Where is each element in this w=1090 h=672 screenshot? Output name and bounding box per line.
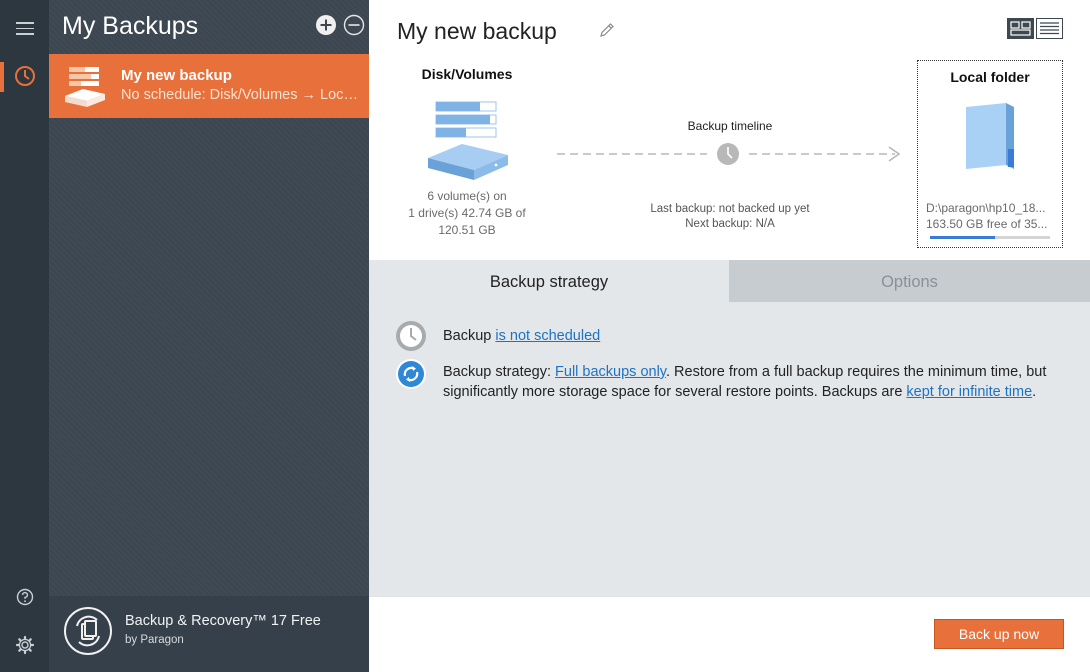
edit-name-icon[interactable]: [599, 22, 615, 42]
list-view-icon[interactable]: [1036, 18, 1063, 43]
product-vendor: by Paragon: [125, 634, 184, 646]
source-size: 120.51 GB: [438, 223, 496, 237]
backup-item-summary: No schedule: Disk/Volumes → Local folder: [121, 87, 361, 103]
last-backup-text: Last backup: not backed up yet: [650, 203, 810, 215]
help-icon[interactable]: [16, 588, 34, 610]
local-folder-icon: [964, 103, 1016, 175]
backups-panel: My Backups My new backup No schedule: Di…: [49, 0, 369, 672]
add-backup-button[interactable]: [315, 14, 337, 40]
storage-usage-fill: [930, 236, 995, 239]
timeline-arrow: [557, 143, 901, 165]
schedule-link[interactable]: is not scheduled: [495, 328, 600, 344]
strategy-recycle-icon: [396, 359, 426, 389]
next-backup-text: Next backup: N/A: [685, 218, 775, 230]
backup-timeline: Backup timeline Last backup: not backed …: [555, 118, 905, 238]
schedule-prefix: Backup: [443, 328, 496, 344]
panel-title: My Backups: [62, 12, 199, 40]
destination-title: Local folder: [950, 69, 1030, 85]
tab-options[interactable]: Options: [729, 260, 1090, 302]
hamburger-menu-icon[interactable]: [16, 22, 34, 35]
full-backups-link[interactable]: Full backups only: [555, 364, 666, 380]
product-name: Backup & Recovery™ 17 Free: [125, 613, 321, 629]
destination-card[interactable]: Local folder D:\paragon\hp10_18... 163.5…: [917, 60, 1063, 248]
source-title: Disk/Volumes: [421, 66, 513, 82]
timeline-title: Backup timeline: [687, 119, 773, 133]
action-footer: Back up now: [369, 596, 1090, 672]
paragon-logo-icon: [63, 606, 113, 660]
tile-view-icon[interactable]: [1007, 18, 1034, 43]
schedule-row: Backup is not scheduled: [395, 320, 600, 356]
backup-item-name: My new backup: [121, 67, 232, 84]
backup-list-item[interactable]: My new backup No schedule: Disk/Volumes …: [49, 54, 369, 118]
destination-free-space: 163.50 GB free of 35...: [926, 217, 1048, 231]
backup-disk-icon: [63, 64, 107, 112]
strategy-section: Backup strategy Options Backup is not sc…: [369, 260, 1090, 596]
navigation-rail: [0, 0, 49, 672]
timeline-clock-icon: [717, 143, 739, 165]
retention-link[interactable]: kept for infinite time: [906, 384, 1032, 400]
backups-clock-icon[interactable]: [14, 65, 36, 91]
remove-backup-button[interactable]: [343, 14, 365, 40]
schedule-clock-icon: [396, 321, 426, 351]
backup-title: My new backup: [397, 18, 557, 44]
strategy-prefix: Backup strategy:: [443, 364, 556, 380]
strategy-suffix: .: [1032, 384, 1037, 400]
back-up-now-button[interactable]: Back up now: [934, 619, 1064, 649]
product-branding: Backup & Recovery™ 17 Free by Paragon: [49, 596, 369, 672]
source-card[interactable]: Disk/Volumes 6 volume(s) on 1 drive(s) 4…: [389, 66, 545, 239]
source-volumes: 6 volume(s) on: [427, 189, 507, 203]
strategy-row: Backup strategy: Full backups only. Rest…: [395, 358, 1046, 400]
active-indicator: [0, 62, 4, 92]
backup-detail: My new backup Disk/Volumes 6 volume(s) o…: [369, 0, 1090, 672]
tab-backup-strategy[interactable]: Backup strategy: [369, 260, 729, 302]
source-drives: 1 drive(s) 42.74 GB of: [408, 206, 526, 220]
disk-volumes-icon: [422, 100, 512, 180]
settings-gear-icon[interactable]: [15, 635, 35, 659]
destination-path: D:\paragon\hp10_18...: [926, 201, 1046, 215]
storage-usage-bar: [930, 236, 1050, 239]
